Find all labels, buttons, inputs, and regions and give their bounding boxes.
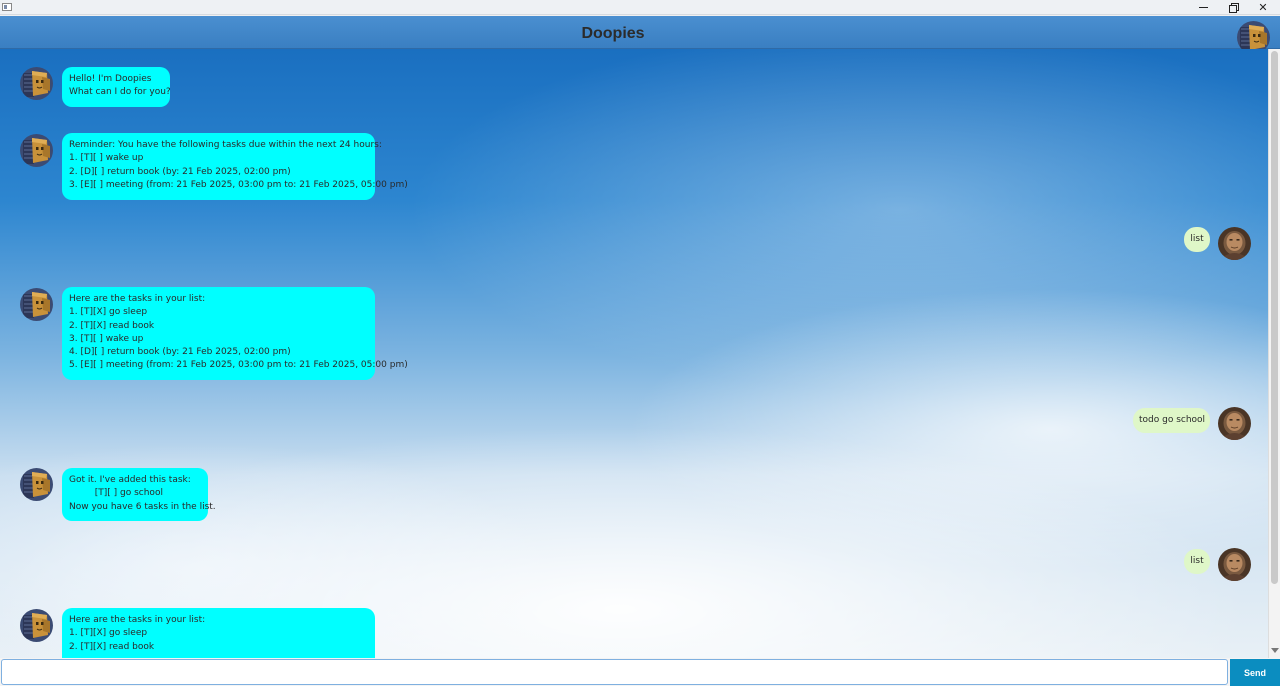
chat-scrollbar[interactable]: [1268, 49, 1280, 658]
app-header: Doopies: [0, 16, 1280, 49]
restore-icon: [1228, 3, 1239, 13]
scrollbar-thumb[interactable]: [1271, 51, 1278, 584]
minimize-button[interactable]: [1188, 0, 1218, 15]
bot-avatar: [20, 134, 53, 167]
user-message-bubble: list: [1184, 549, 1210, 574]
cardboard-box-robot-icon: [20, 609, 53, 642]
chat-area[interactable]: Hello! I'm Doopies What can I do for you…: [0, 49, 1280, 658]
minimize-icon: [1198, 7, 1208, 8]
bot-message-bubble: Got it. I've added this task: [T][ ] go …: [62, 468, 216, 521]
bot-message-bubble: Here are the tasks in your list: 1. [T][…: [62, 608, 375, 658]
user-portrait-icon: [1218, 407, 1251, 440]
user-avatar: [1218, 227, 1251, 260]
cardboard-box-robot-icon: [20, 288, 53, 321]
cardboard-box-robot-icon: [20, 67, 53, 100]
cardboard-box-robot-icon: [20, 468, 53, 501]
close-button[interactable]: ✕: [1248, 0, 1278, 15]
restore-button[interactable]: [1218, 0, 1248, 15]
message-input[interactable]: [1, 659, 1228, 685]
window-titlebar: ✕: [0, 0, 1280, 15]
bot-avatar: [20, 67, 53, 100]
scroll-down-arrow-icon[interactable]: [1271, 648, 1279, 653]
user-avatar: [1218, 548, 1251, 581]
input-row: Send: [0, 658, 1280, 686]
user-portrait-icon: [1218, 227, 1251, 260]
bot-message-bubble: Reminder: You have the following tasks d…: [62, 133, 408, 200]
bot-avatar: [20, 609, 53, 642]
user-message-bubble: list: [1184, 227, 1210, 252]
send-button[interactable]: Send: [1230, 659, 1280, 686]
bot-avatar: [20, 288, 53, 321]
close-icon: ✕: [1258, 1, 1268, 14]
app-title: Doopies: [581, 25, 645, 42]
user-message-bubble: todo go school: [1133, 408, 1210, 433]
user-portrait-icon: [1218, 548, 1251, 581]
app-window-icon: [2, 3, 12, 11]
cardboard-box-robot-icon: [20, 134, 53, 167]
bot-avatar: [20, 468, 53, 501]
bot-message-bubble: Hello! I'm Doopies What can I do for you…: [62, 67, 171, 107]
bot-message-bubble: Here are the tasks in your list: 1. [T][…: [62, 287, 408, 380]
user-avatar: [1218, 407, 1251, 440]
